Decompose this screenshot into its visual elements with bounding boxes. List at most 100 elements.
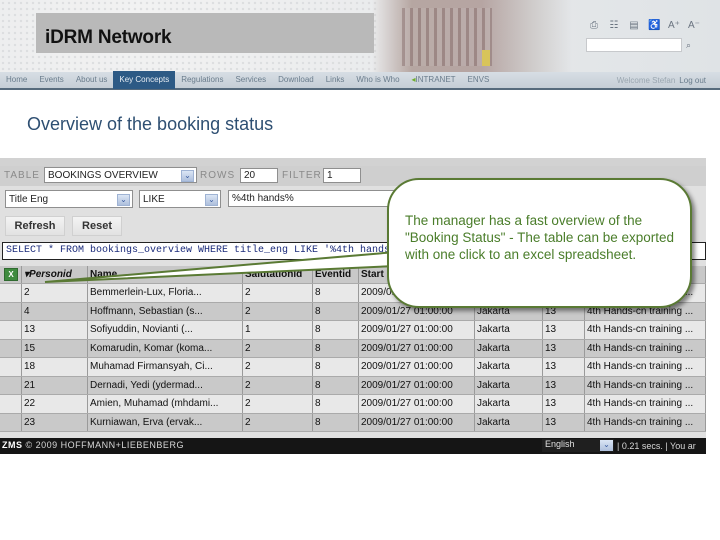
nav-links[interactable]: Links xyxy=(320,71,351,89)
row-selector[interactable] xyxy=(0,413,22,431)
cell-eventid: 8 xyxy=(313,302,359,320)
table-row[interactable]: 18 Muhamad Firmansyah, Ci... 2 8 2009/01/27 … xyxy=(0,358,706,377)
cell-personid: 23 xyxy=(22,413,88,431)
row-selector[interactable] xyxy=(0,376,22,394)
table-label: TABLE xyxy=(4,170,40,181)
field-select-value: Title Eng xyxy=(9,193,49,205)
cell-name: Bemmerlein-Lux, Floria... xyxy=(88,284,243,302)
row-selector[interactable] xyxy=(0,284,22,302)
font-decrease-icon[interactable]: A⁻ xyxy=(688,20,700,32)
chevron-down-icon[interactable]: ⌄ xyxy=(181,170,194,182)
cell-title-eng: 4th Hands-cn training ... xyxy=(585,339,706,357)
cell-city: Jakarta xyxy=(475,376,543,394)
cell-countryid: 13 xyxy=(543,413,585,431)
site-search-input[interactable] xyxy=(586,38,682,52)
cell-countryid: 13 xyxy=(543,358,585,376)
slide-root: iDRM Network ⎙ ☷ ▤ ♿ A⁺ A⁻ ⌕ Home Events… xyxy=(0,0,720,540)
bookmark-icon[interactable]: ▤ xyxy=(628,20,640,32)
table-row[interactable]: 13 Sofiyuddin, Novianti (... 1 8 2009/01/27 … xyxy=(0,321,706,340)
callout-bubble: The manager has a fast overview of the "… xyxy=(387,178,692,308)
nav-who-is-who[interactable]: Who is Who xyxy=(350,71,405,89)
operator-select[interactable]: LIKE ⌄ xyxy=(139,190,221,208)
rows-input[interactable] xyxy=(240,168,278,183)
cell-personid: 22 xyxy=(22,395,88,413)
table-row[interactable]: 15 Komarudin, Komar (koma... 2 8 2009/01/27 … xyxy=(0,339,706,358)
cell-countryid: 13 xyxy=(543,395,585,413)
cell-start: 2009/01/27 01:00:00 xyxy=(359,358,475,376)
cell-name: Sofiyuddin, Novianti (... xyxy=(88,321,243,339)
cell-city: Jakarta xyxy=(475,321,543,339)
chevron-down-icon[interactable]: ⌄ xyxy=(117,194,130,206)
zms-logo: ZMS xyxy=(2,440,23,450)
cell-title-eng: 4th Hands-cn training ... xyxy=(585,321,706,339)
col-salutationid[interactable]: Salutationid xyxy=(243,266,313,283)
nav-services[interactable]: Services xyxy=(229,71,272,89)
cell-start: 2009/01/27 01:00:00 xyxy=(359,376,475,394)
search-icon[interactable]: ⌕ xyxy=(686,40,691,51)
language-select[interactable]: English ⌄ xyxy=(542,439,614,452)
logout-link[interactable]: Log out xyxy=(679,76,720,85)
nav-about-us[interactable]: About us xyxy=(70,71,114,89)
cell-title-eng: 4th Hands-cn training ... xyxy=(585,376,706,394)
cell-salutationid: 2 xyxy=(243,395,313,413)
row-selector[interactable] xyxy=(0,358,22,376)
chevron-down-icon[interactable]: ⌄ xyxy=(600,440,613,451)
cell-eventid: 8 xyxy=(313,284,359,302)
cell-name: Amien, Muhamad (mhdami... xyxy=(88,395,243,413)
sitemap-icon[interactable]: ☷ xyxy=(608,20,620,32)
row-selector[interactable] xyxy=(0,321,22,339)
cell-salutationid: 2 xyxy=(243,413,313,431)
cell-salutationid: 1 xyxy=(243,321,313,339)
nav-intranet[interactable]: INTRANET xyxy=(406,71,462,89)
chevron-down-icon[interactable]: ⌄ xyxy=(205,194,218,206)
cell-personid: 15 xyxy=(22,339,88,357)
table-select[interactable]: BOOKINGS OVERVIEW ⌄ xyxy=(44,167,197,183)
table-row[interactable]: 22 Amien, Muhamad (mhdami... 2 8 2009/01/27 … xyxy=(0,395,706,414)
col-name[interactable]: Name xyxy=(88,266,243,283)
copyright-text: © 2009 HOFFMANN+LIEBENBERG xyxy=(25,440,184,450)
user-greeting: Welcome Stefan xyxy=(616,75,676,85)
nav-home[interactable]: Home xyxy=(0,71,33,89)
nav-envs[interactable]: ENVS xyxy=(462,71,496,89)
table-row[interactable]: 21 Dernadi, Yedi (ydermad... 2 8 2009/01/27 … xyxy=(0,376,706,395)
cell-countryid: 13 xyxy=(543,339,585,357)
cell-salutationid: 2 xyxy=(243,284,313,302)
site-header: iDRM Network ⎙ ☷ ▤ ♿ A⁺ A⁻ ⌕ xyxy=(0,0,720,72)
cell-personid: 13 xyxy=(22,321,88,339)
cell-personid: 4 xyxy=(22,302,88,320)
cell-title-eng: 4th Hands-cn training ... xyxy=(585,358,706,376)
cell-eventid: 8 xyxy=(313,339,359,357)
cell-start: 2009/01/27 01:00:00 xyxy=(359,339,475,357)
language-value: English xyxy=(545,439,575,449)
cell-eventid: 8 xyxy=(313,321,359,339)
cell-name: Muhamad Firmansyah, Ci... xyxy=(88,358,243,376)
header-tools: ⎙ ☷ ▤ ♿ A⁺ A⁻ xyxy=(588,20,700,32)
col-eventid[interactable]: Eventid xyxy=(313,266,359,283)
font-increase-icon[interactable]: A⁺ xyxy=(668,20,680,32)
nav-regulations[interactable]: Regulations xyxy=(175,71,229,89)
cell-countryid: 13 xyxy=(543,376,585,394)
row-selector[interactable] xyxy=(0,395,22,413)
slide-title: Overview of the booking status xyxy=(27,114,274,134)
row-selector[interactable] xyxy=(0,302,22,320)
accessibility-icon[interactable]: ♿ xyxy=(648,20,660,32)
filter-value-input[interactable] xyxy=(228,190,398,207)
refresh-button[interactable]: Refresh xyxy=(5,216,65,236)
table-row[interactable]: 23 Kurniawan, Erva (ervak... 2 8 2009/01/27 … xyxy=(0,413,706,432)
cell-salutationid: 2 xyxy=(243,376,313,394)
cell-name: Hoffmann, Sebastian (s... xyxy=(88,302,243,320)
filter-label: FILTER xyxy=(282,170,322,181)
nav-key-concepts[interactable]: Key Concepts xyxy=(113,71,176,89)
panel-top-bar xyxy=(0,158,706,166)
cell-eventid: 8 xyxy=(313,376,359,394)
print-icon[interactable]: ⎙ xyxy=(588,20,600,32)
cell-title-eng: 4th Hands-cn training ... xyxy=(585,395,706,413)
reset-button[interactable]: Reset xyxy=(72,216,122,236)
field-select[interactable]: Title Eng ⌄ xyxy=(5,190,133,208)
nav-download[interactable]: Download xyxy=(272,71,320,89)
excel-export-icon[interactable]: X xyxy=(4,268,18,281)
col-personid[interactable]: ▾Personid xyxy=(22,266,88,283)
nav-events[interactable]: Events xyxy=(33,71,69,89)
filter-input[interactable] xyxy=(323,168,361,183)
row-selector[interactable] xyxy=(0,339,22,357)
